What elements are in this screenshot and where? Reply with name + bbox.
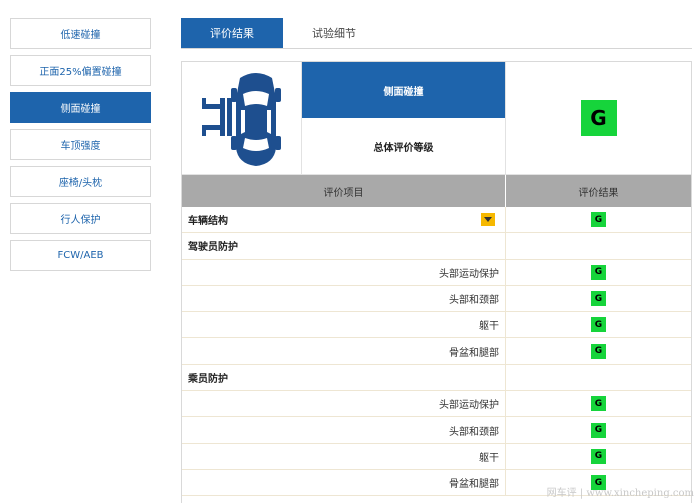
table-row: 头部运动保护 G xyxy=(182,391,691,418)
nav-item-pedestrian[interactable]: 行人保护 xyxy=(10,203,151,234)
row-label-cell: 头部运动保护 xyxy=(182,259,506,285)
row-label: 骨盆和腿部 xyxy=(449,479,499,491)
table-row: 头部和颈部 G xyxy=(182,285,691,313)
row-label: 头部运动保护 xyxy=(439,268,499,280)
row-label: 躯干 xyxy=(479,321,499,333)
expand-dropdown-icon[interactable] xyxy=(481,213,495,226)
header-evaluation-result: 评价结果 xyxy=(578,187,619,199)
row-label: 驾驶员防护 xyxy=(188,242,238,254)
table-row: 头部运动保护 G xyxy=(182,259,691,286)
row-label: 骨盆和腿部 xyxy=(449,347,499,359)
grade-badge: G xyxy=(591,448,606,464)
nav-item-low-speed[interactable]: 低速碰撞 xyxy=(10,18,151,49)
row-result-cell xyxy=(506,233,691,258)
row-result-cell: G xyxy=(506,444,691,469)
row-label: 乘员防护 xyxy=(188,373,228,385)
table-row: 头部和颈部 G xyxy=(182,417,691,444)
nav-item-seat-headrest[interactable]: 座椅/头枕 xyxy=(10,166,151,197)
side-impact-car-icon xyxy=(201,73,281,166)
overall-rating-label: 总体评价等级 xyxy=(373,142,434,154)
row-result-cell: G xyxy=(506,391,691,416)
test-name-label: 侧面碰撞 xyxy=(302,62,505,118)
table-row: 车辆结构 G xyxy=(182,207,691,234)
tab-results[interactable]: 评价结果 xyxy=(181,18,283,48)
result-tabs: 评价结果 试验细节 xyxy=(181,18,692,49)
test-category-nav: 低速碰撞 正面25%偏置碰撞 侧面碰撞 车顶强度 座椅/头枕 行人保护 FCW/… xyxy=(10,18,151,277)
grade-badge: G xyxy=(591,317,606,333)
grade-badge: G xyxy=(591,291,606,307)
table-row: 骨盆和腿部 G xyxy=(182,338,691,365)
summary-labels: 侧面碰撞 总体评价等级 xyxy=(302,62,506,174)
row-result-cell: G xyxy=(506,417,691,442)
table-row: 躯干 G xyxy=(182,443,691,470)
table-header: 评价项目 评价结果 xyxy=(182,175,691,207)
row-label-cell: 头部运动保护 xyxy=(182,391,506,417)
row-result-cell: G xyxy=(506,260,691,285)
tab-test-details[interactable]: 试验细节 xyxy=(283,18,385,48)
row-label-cell: 乘员防护 xyxy=(182,364,506,391)
row-result-cell xyxy=(506,365,691,390)
row-label-cell: 头部和颈部 xyxy=(182,417,506,443)
row-label: 车辆结构 xyxy=(188,216,228,228)
nav-item-fcw-aeb[interactable]: FCW/AEB xyxy=(10,240,151,271)
site-watermark: 网车评 | www.xincheping.com xyxy=(546,488,694,499)
row-label-cell: 车辆结构 xyxy=(182,207,506,233)
header-evaluation-item: 评价项目 xyxy=(182,175,506,207)
row-label-cell: 骨盆和腿部 xyxy=(182,469,506,496)
nav-item-roof-strength[interactable]: 车顶强度 xyxy=(10,129,151,160)
car-diagram-cell xyxy=(182,62,302,174)
grade-badge: G xyxy=(591,396,606,412)
row-label: 躯干 xyxy=(479,452,499,464)
overall-grade-cell: G xyxy=(506,62,691,174)
row-result-cell: G xyxy=(506,286,691,311)
row-label-cell: 躯干 xyxy=(182,443,506,469)
results-panel: 侧面碰撞 总体评价等级 G 评价项目 评价结果 车辆结构 G 驾驶员防护 头部运… xyxy=(181,61,692,503)
row-label: 头部和颈部 xyxy=(449,426,499,438)
nav-item-side-impact[interactable]: 侧面碰撞 xyxy=(10,92,151,123)
row-label-cell: 驾驶员防护 xyxy=(182,233,506,259)
grade-badge: G xyxy=(591,212,606,228)
table-row: 躯干 G xyxy=(182,312,691,339)
row-label: 头部运动保护 xyxy=(439,400,499,412)
row-result-cell: G xyxy=(506,207,691,232)
summary-section: 侧面碰撞 总体评价等级 G xyxy=(182,62,691,175)
grade-badge: G xyxy=(591,422,606,438)
grade-badge: G xyxy=(591,343,606,359)
row-label-cell: 骨盆和腿部 xyxy=(182,338,506,364)
table-row: 乘员防护 xyxy=(182,364,691,392)
row-label: 头部和颈部 xyxy=(449,295,499,307)
grade-badge: G xyxy=(591,264,606,280)
row-result-cell: G xyxy=(506,312,691,337)
nav-item-small-overlap[interactable]: 正面25%偏置碰撞 xyxy=(10,55,151,86)
row-label-cell: 躯干 xyxy=(182,312,506,338)
row-result-cell: G xyxy=(506,338,691,363)
row-label-cell: 头部和颈部 xyxy=(182,285,506,312)
table-row: 驾驶员防护 xyxy=(182,233,691,260)
overall-grade-badge: G xyxy=(580,100,617,136)
